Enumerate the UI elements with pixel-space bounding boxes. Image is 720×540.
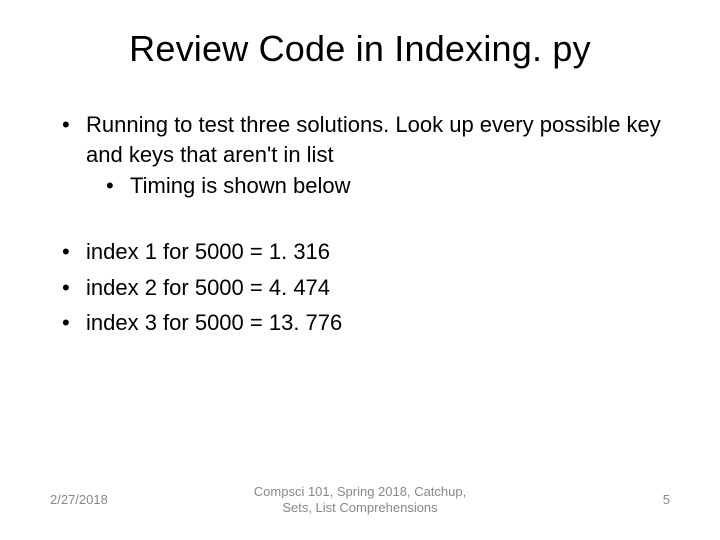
bullet-level2: • Timing is shown below <box>50 171 670 201</box>
footer-date: 2/27/2018 <box>50 492 130 507</box>
slide-footer: 2/27/2018 Compsci 101, Spring 2018, Catc… <box>0 484 720 517</box>
bullet-dot-icon: • <box>62 273 86 303</box>
result-row: • index 1 for 5000 = 1. 316 <box>50 237 670 267</box>
footer-center-line1: Compsci 101, Spring 2018, Catchup, <box>254 484 466 499</box>
slide: Review Code in Indexing. py • Running to… <box>0 0 720 540</box>
footer-center-line2: Sets, List Comprehensions <box>282 500 437 515</box>
bullet-text: Timing is shown below <box>130 171 670 201</box>
slide-content: • Running to test three solutions. Look … <box>50 110 670 338</box>
footer-page-number: 5 <box>590 492 670 507</box>
footer-center: Compsci 101, Spring 2018, Catchup, Sets,… <box>130 484 590 517</box>
bullet-level1: • Running to test three solutions. Look … <box>50 110 670 169</box>
bullet-text: Running to test three solutions. Look up… <box>86 110 670 169</box>
bullet-dot-icon: • <box>62 237 86 267</box>
result-row: • index 3 for 5000 = 13. 776 <box>50 308 670 338</box>
result-row: • index 2 for 5000 = 4. 474 <box>50 273 670 303</box>
slide-title: Review Code in Indexing. py <box>50 28 670 70</box>
bullet-dot-icon: • <box>62 308 86 338</box>
result-text: index 2 for 5000 = 4. 474 <box>86 273 670 303</box>
bullet-dot-icon: • <box>62 110 86 169</box>
spacer <box>50 201 670 237</box>
result-text: index 3 for 5000 = 13. 776 <box>86 308 670 338</box>
bullet-dot-icon: • <box>106 171 130 201</box>
result-text: index 1 for 5000 = 1. 316 <box>86 237 670 267</box>
